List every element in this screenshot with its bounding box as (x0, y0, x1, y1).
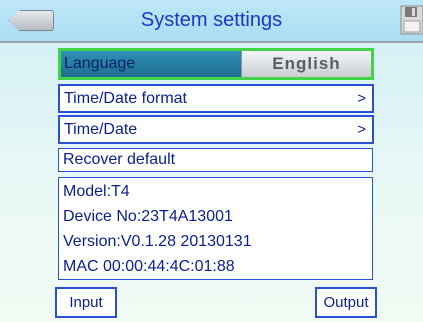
recover-default-button[interactable]: Recover default (58, 148, 373, 172)
model-text: Model:T4 (63, 183, 130, 200)
page-title: System settings (140, 9, 283, 31)
device-number-text: Device No:23T4A13001 (63, 208, 233, 225)
floppy-save-icon[interactable] (399, 4, 423, 36)
version-text: Version:V0.1.28 20130131 (63, 233, 252, 250)
language-setting-row[interactable]: Language English (58, 48, 374, 80)
device-info-panel: Model:T4 Device No:23T4A13001 Version:V0… (58, 177, 373, 280)
system-settings-screen: System settings Language English Time/Da… (0, 0, 423, 322)
chevron-right-icon: > (357, 121, 366, 138)
mac-address-text: MAC 00:00:44:4C:01:88 (63, 258, 235, 275)
title-bar: System settings (0, 0, 423, 43)
chevron-right-icon: > (357, 90, 366, 107)
language-label-cell: Language (61, 51, 241, 77)
language-value-selector[interactable]: English (241, 51, 371, 77)
output-button[interactable]: Output (315, 287, 377, 318)
input-button[interactable]: Input (55, 287, 117, 318)
time-date-format-row[interactable]: Time/Date format > (58, 84, 374, 113)
time-date-format-label: Time/Date format (64, 89, 187, 107)
time-date-row[interactable]: Time/Date > (58, 115, 374, 144)
recover-default-label: Recover default (63, 151, 176, 168)
language-label: Language (64, 55, 136, 72)
time-date-label: Time/Date (64, 120, 138, 138)
